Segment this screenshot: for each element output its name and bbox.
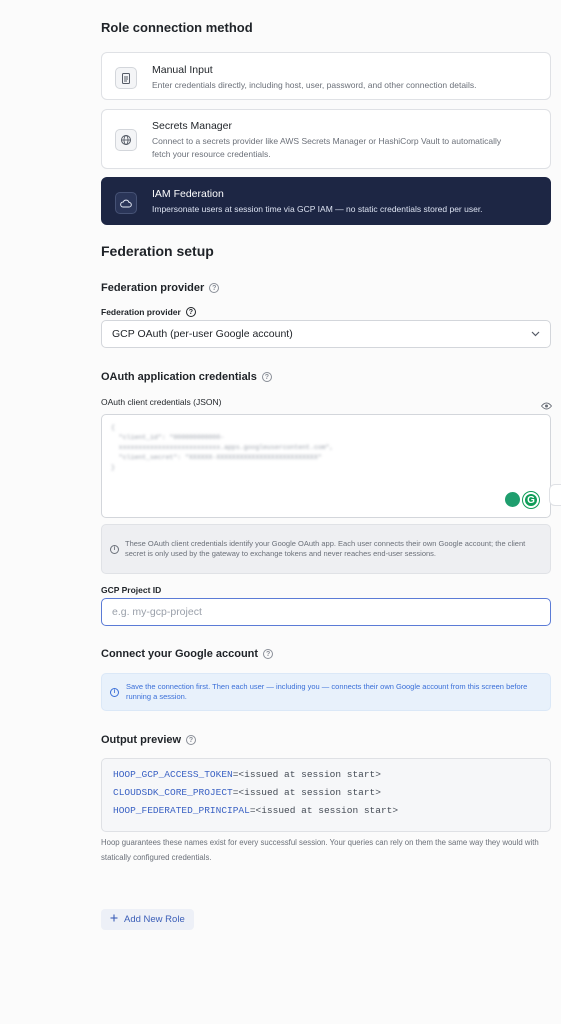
option-iam-federation[interactable]: IAM Federation Impersonate users at sess… [101, 177, 551, 225]
env-value: =<issued at session start> [232, 787, 381, 798]
option-title: Manual Input [152, 64, 213, 76]
option-desc: Enter credentials directly, including ho… [152, 80, 477, 90]
heading-text: Output preview [101, 734, 182, 746]
oauth-json-label: OAuth client credentials (JSON) [101, 397, 222, 407]
info-icon: i [110, 544, 119, 554]
option-desc: Connect to a secrets provider like AWS S… [152, 136, 502, 159]
option-desc: Impersonate users at session time via GC… [152, 204, 483, 214]
note-text: Save the connection first. Then each use… [126, 681, 528, 701]
output-preview-heading: Output preview ? [101, 734, 197, 746]
oauth-credentials-heading: OAuth application credentials ? [101, 371, 272, 383]
eye-icon[interactable] [540, 397, 553, 415]
option-secrets-manager[interactable]: Secrets Manager Connect to a secrets pro… [101, 109, 551, 169]
grammarly-icon[interactable]: G [523, 492, 539, 508]
role-connection-title: Role connection method [101, 20, 253, 35]
lightbulb-icon[interactable] [505, 492, 520, 507]
plus-icon [110, 914, 118, 925]
info-icon: i [110, 687, 119, 697]
federation-provider-label: Federation provider ? [101, 307, 196, 317]
federation-provider-heading: Federation provider ? [101, 282, 220, 294]
output-preview-code: HOOP_GCP_ACCESS_TOKEN=<issued at session… [101, 758, 551, 832]
help-icon[interactable]: ? [261, 372, 272, 382]
document-icon [115, 67, 137, 89]
federation-setup-title: Federation setup [101, 243, 214, 259]
gcp-project-label: GCP Project ID [101, 585, 162, 595]
oauth-json-textarea[interactable]: { "client_id": "000000000000- xxxxxxxxxx… [101, 414, 551, 518]
option-title: Secrets Manager [152, 120, 232, 132]
button-label: Add New Role [124, 914, 185, 925]
side-widget-tab[interactable] [549, 484, 561, 506]
option-manual-input[interactable]: Manual Input Enter credentials directly,… [101, 52, 551, 100]
heading-text: Connect your Google account [101, 648, 259, 660]
connect-google-heading: Connect your Google account ? [101, 648, 274, 660]
cloud-icon [115, 192, 137, 214]
oauth-info-note: i These OAuth client credentials identif… [101, 524, 551, 574]
grammarly-widget[interactable]: G [505, 492, 539, 508]
option-title: IAM Federation [152, 188, 224, 200]
env-key: HOOP_FEDERATED_PRINCIPAL [113, 805, 250, 816]
output-footnote: Hoop guarantees these names exist for ev… [101, 838, 539, 863]
connect-info-note: i Save the connection first. Then each u… [101, 673, 551, 711]
code-line: HOOP_FEDERATED_PRINCIPAL=<issued at sess… [113, 805, 539, 816]
chevron-down-icon [531, 328, 540, 340]
add-new-role-button[interactable]: Add New Role [101, 909, 194, 930]
help-icon[interactable]: ? [263, 649, 274, 659]
redacted-json: { "client_id": "000000000000- xxxxxxxxxx… [111, 424, 334, 472]
env-value: =<issued at session start> [249, 805, 399, 816]
heading-text: Federation provider [101, 282, 205, 294]
select-value: GCP OAuth (per-user Google account) [112, 328, 293, 340]
label-text: Federation provider [101, 307, 181, 317]
env-value: =<issued at session start> [232, 769, 381, 780]
help-icon[interactable]: ? [209, 283, 220, 293]
env-key: HOOP_GCP_ACCESS_TOKEN [113, 769, 233, 780]
heading-text: OAuth application credentials [101, 371, 257, 383]
code-line: CLOUDSDK_CORE_PROJECT=<issued at session… [113, 787, 539, 798]
federation-provider-select[interactable]: GCP OAuth (per-user Google account) [101, 320, 551, 348]
gcp-project-input[interactable] [101, 598, 551, 626]
help-icon[interactable]: ? [186, 735, 197, 745]
globe-lock-icon [115, 129, 137, 151]
note-text: These OAuth client credentials identify … [125, 538, 526, 558]
env-key: CLOUDSDK_CORE_PROJECT [113, 787, 233, 798]
code-line: HOOP_GCP_ACCESS_TOKEN=<issued at session… [113, 769, 539, 780]
help-icon[interactable]: ? [185, 307, 196, 317]
